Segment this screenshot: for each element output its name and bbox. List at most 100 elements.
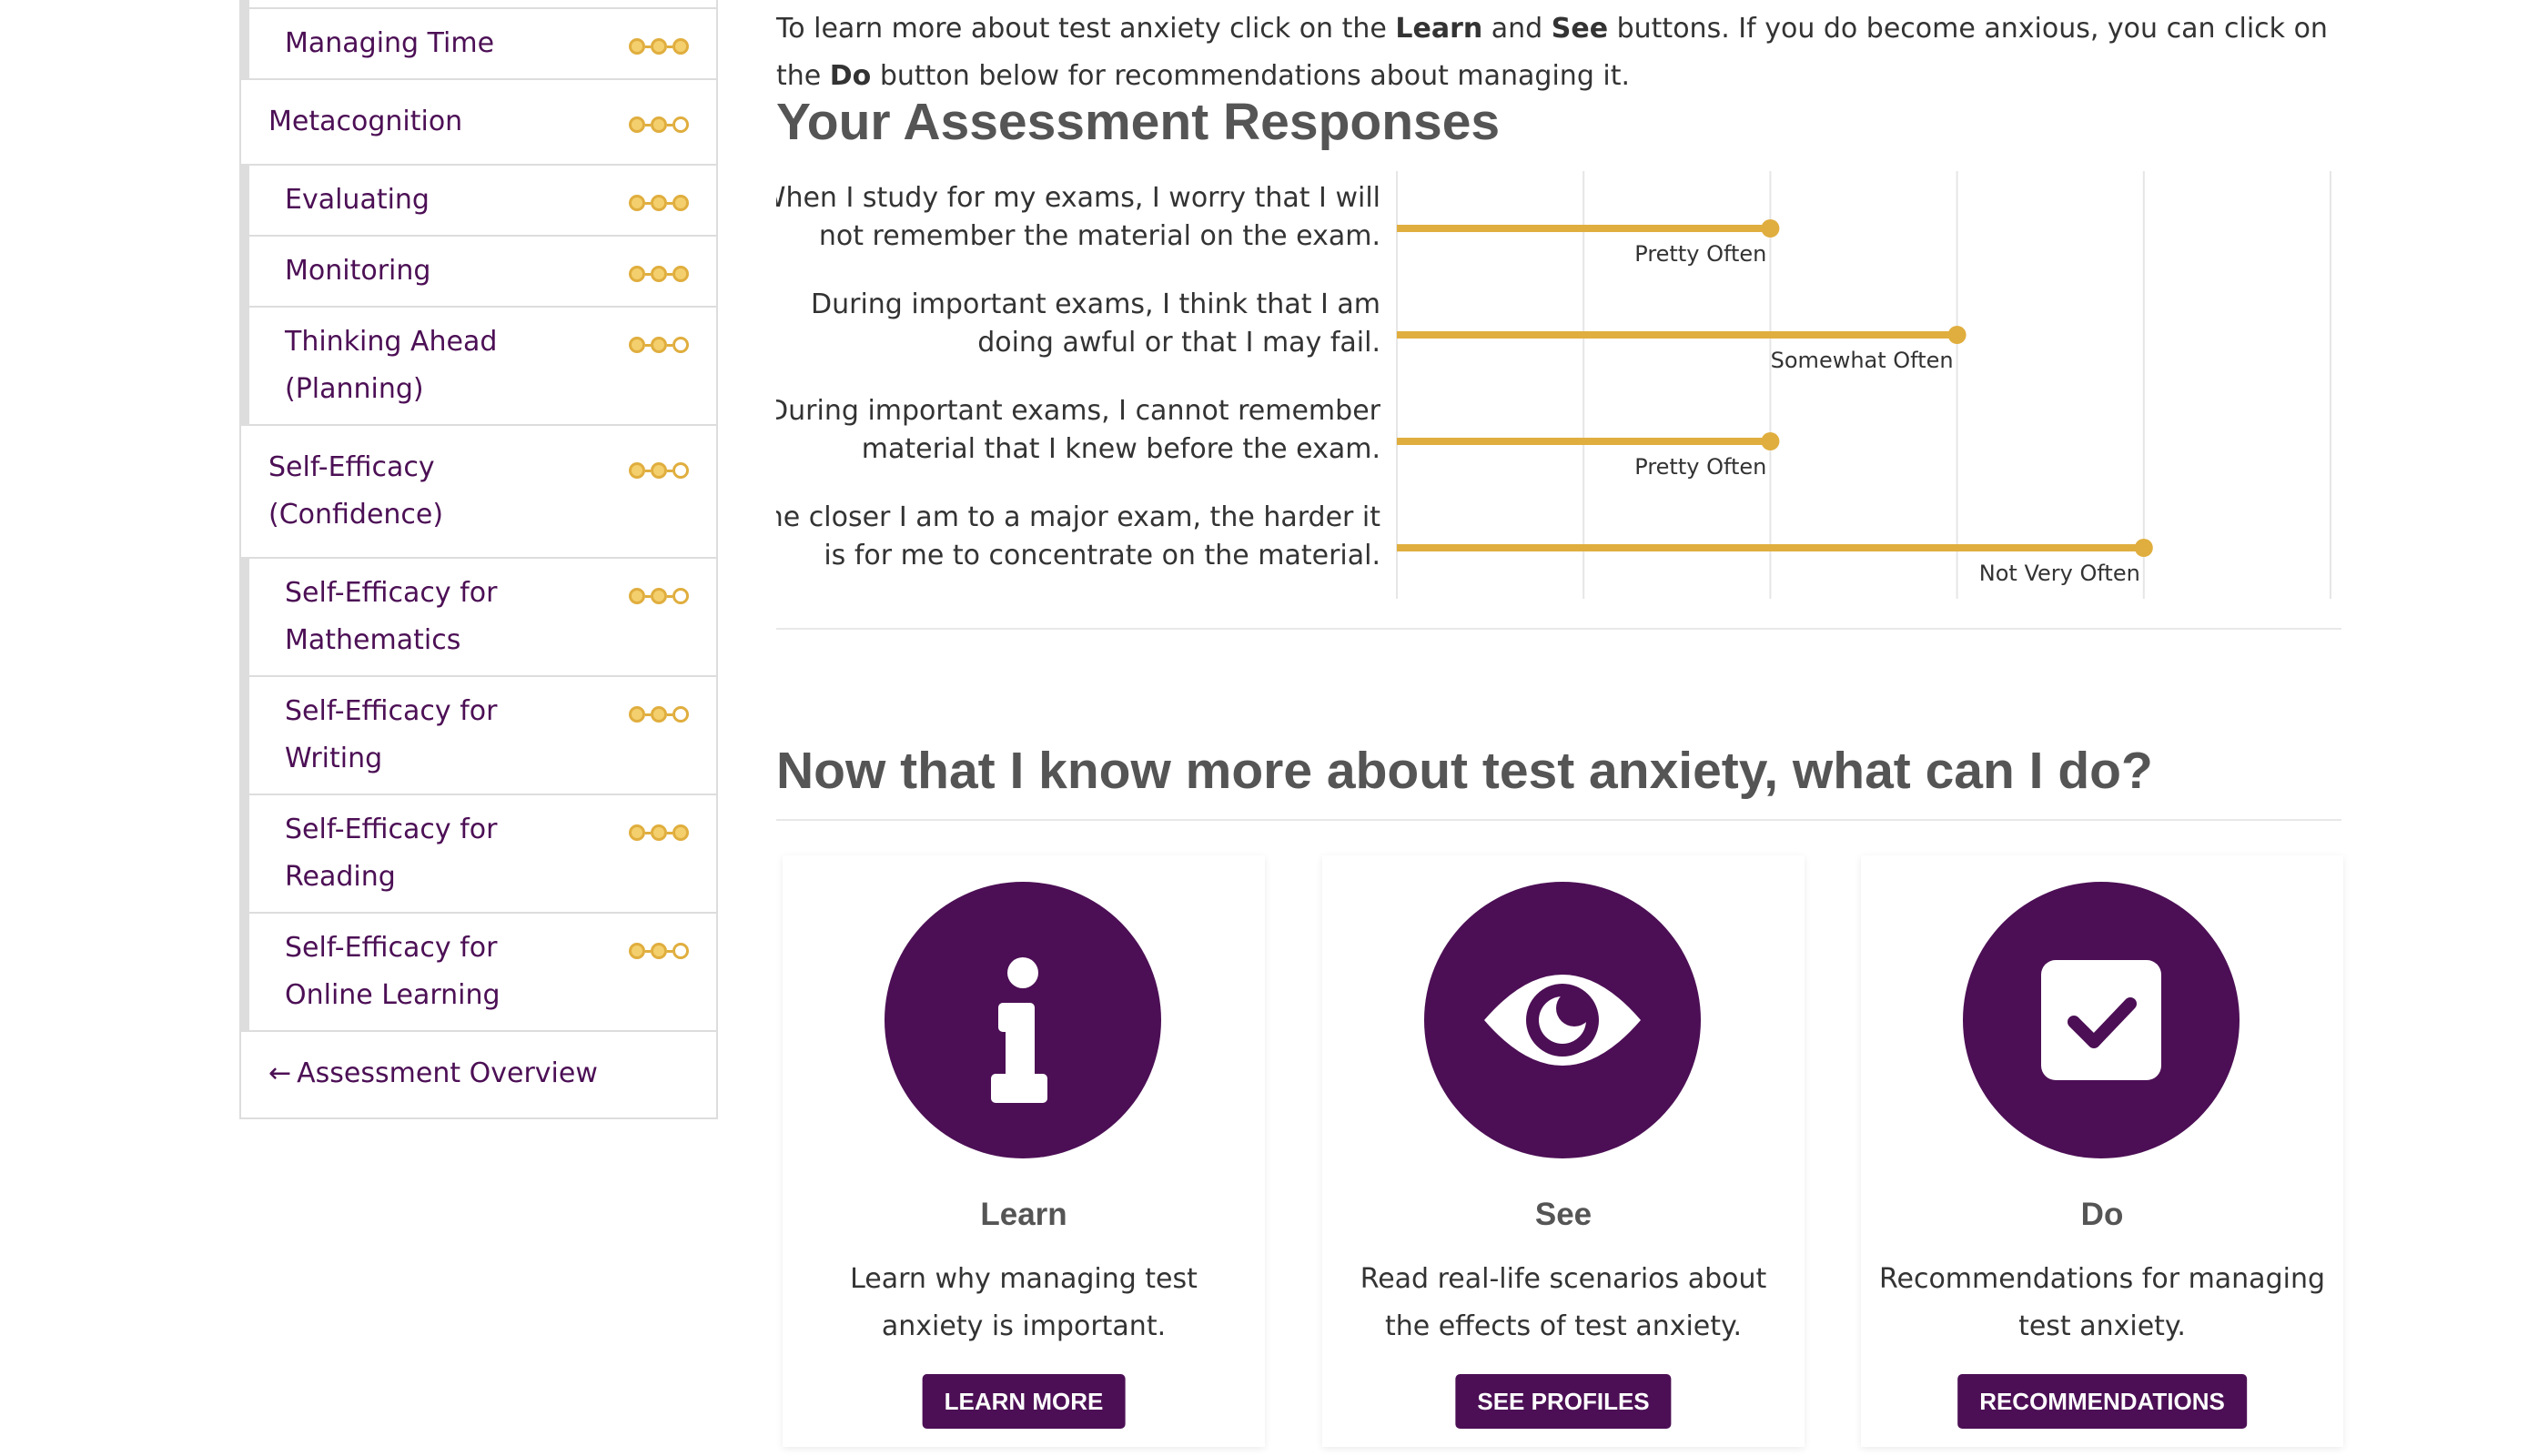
sidebar-item-label: Metacognition bbox=[268, 106, 463, 137]
sidebar-item-label: Self-Efficacy (Confidence) bbox=[268, 451, 444, 531]
intro-text: To learn more about test anxiety click o… bbox=[776, 13, 1396, 45]
sidebar-item-label: Self-Efficacy for Mathematics bbox=[285, 577, 498, 656]
recommendations-button[interactable]: RECOMMENDATIONS bbox=[1957, 1374, 2247, 1429]
progress-dot-filled bbox=[651, 706, 667, 723]
arrow-left-icon: ← bbox=[268, 1057, 292, 1089]
chart-bar-endpoint bbox=[2134, 539, 2153, 557]
progress-dot-filled bbox=[651, 943, 667, 959]
sidebar-item[interactable]: Self-Efficacy for Writing bbox=[241, 677, 716, 795]
progress-dot-filled bbox=[651, 337, 667, 353]
heading-divider bbox=[776, 819, 2341, 821]
sidebar-item-label: Self-Efficacy for Online Learning bbox=[285, 932, 500, 1011]
intro-paragraph: To learn more about test anxiety click o… bbox=[776, 5, 2341, 100]
progress-dot-filled bbox=[629, 462, 645, 479]
see-card-title: See bbox=[1534, 1197, 1592, 1232]
progress-dot-filled bbox=[629, 266, 645, 282]
progress-dots-icon bbox=[629, 116, 689, 133]
chart-bar bbox=[1397, 544, 2144, 551]
chart-bar bbox=[1397, 438, 1771, 445]
progress-dot-filled bbox=[672, 266, 689, 282]
info-icon bbox=[885, 882, 1161, 1158]
sidebar-item-label: Thinking Ahead (Planning) bbox=[285, 326, 498, 405]
progress-dots-icon bbox=[629, 462, 689, 479]
progress-dot-empty bbox=[672, 462, 689, 479]
chart-category-label: During important exams, I think that I a… bbox=[811, 288, 1380, 320]
sidebar-item-label: Evaluating bbox=[285, 184, 430, 216]
do-card-title: Do bbox=[2080, 1197, 2124, 1232]
sidebar-item[interactable]: Thinking Ahead (Planning) bbox=[241, 308, 716, 426]
progress-dots-icon bbox=[629, 943, 689, 959]
eye-icon bbox=[1424, 882, 1701, 1158]
progress-dots-icon bbox=[629, 588, 689, 604]
progress-dot-filled bbox=[629, 38, 645, 55]
progress-dot-filled bbox=[651, 462, 667, 479]
checkbox-icon bbox=[1963, 882, 2240, 1158]
sidebar-item[interactable]: Self-Efficacy for Reading bbox=[241, 795, 716, 914]
do-title: Now that I know more about test anxiety,… bbox=[776, 742, 2153, 800]
sidebar-item-label: Self-Efficacy for Writing bbox=[285, 695, 498, 774]
progress-dot-filled bbox=[629, 943, 645, 959]
learn-more-button[interactable]: LEARN MORE bbox=[922, 1374, 1126, 1429]
sidebar-item[interactable]: Evaluating bbox=[241, 166, 716, 237]
chart-category-label: During important exams, I cannot remembe… bbox=[776, 395, 1381, 427]
progress-dot-empty bbox=[672, 706, 689, 723]
progress-dot-filled bbox=[672, 824, 689, 841]
progress-dot-filled bbox=[629, 195, 645, 211]
responses-chart-svg: When I study for my exams, I worry that … bbox=[748, 171, 2331, 599]
progress-dot-filled bbox=[651, 116, 667, 133]
progress-dot-filled bbox=[651, 588, 667, 604]
see-card: See Read real-life scenarios about the e… bbox=[1322, 855, 1805, 1447]
progress-dot-filled bbox=[629, 116, 645, 133]
chart-bar-endpoint bbox=[1947, 326, 1967, 344]
do-card-description: Recommendations for managing test anxiet… bbox=[1879, 1263, 2326, 1342]
chart-category-label: When I study for my exams, I worry that … bbox=[776, 182, 1380, 214]
progress-dot-empty bbox=[672, 116, 689, 133]
sidebar-item[interactable]: Self-Efficacy (Confidence) bbox=[241, 426, 716, 559]
sidebar-item[interactable]: Metacognition bbox=[241, 80, 716, 166]
assessment-overview-link[interactable]: ← Assessment Overview bbox=[241, 1032, 716, 1117]
chart-value-label: Somewhat Often bbox=[1771, 348, 1954, 373]
assessment-overview-label: Assessment Overview bbox=[297, 1057, 598, 1089]
sidebar-item-label: Monitoring bbox=[285, 255, 431, 287]
progress-dot-filled bbox=[651, 38, 667, 55]
sidebar-item-label: Self-Efficacy for Reading bbox=[285, 814, 498, 893]
chart-category-label: material that I knew before the exam. bbox=[862, 433, 1380, 465]
intro-learn: Learn bbox=[1395, 13, 1483, 45]
progress-dot-filled bbox=[629, 588, 645, 604]
sidebar-item[interactable]: Monitoring bbox=[241, 237, 716, 308]
see-profiles-button[interactable]: SEE PROFILES bbox=[1455, 1374, 1672, 1429]
do-card: Do Recommendations for managing test anx… bbox=[1861, 855, 2343, 1447]
chart-bar bbox=[1397, 225, 1771, 232]
intro-see: See bbox=[1551, 13, 1609, 45]
sidebar-item[interactable]: Self-Efficacy for Online Learning bbox=[241, 914, 716, 1032]
chart-category-label: doing awful or that I may fail. bbox=[977, 327, 1380, 359]
chart-value-label: Pretty Often bbox=[1634, 241, 1766, 267]
progress-dots-icon bbox=[629, 337, 689, 353]
learn-card-title: Learn bbox=[980, 1197, 1067, 1232]
chart-value-label: Not Very Often bbox=[1979, 561, 2140, 586]
sidebar-item[interactable]: Managing Time bbox=[241, 9, 716, 80]
progress-dot-filled bbox=[651, 195, 667, 211]
progress-dot-filled bbox=[651, 266, 667, 282]
progress-dot-filled bbox=[629, 706, 645, 723]
section-divider bbox=[776, 628, 2341, 630]
progress-dot-filled bbox=[672, 195, 689, 211]
progress-dots-icon bbox=[629, 824, 689, 841]
progress-dot-empty bbox=[672, 337, 689, 353]
intro-text: and bbox=[1482, 13, 1552, 45]
progress-dot-empty bbox=[672, 588, 689, 604]
sidebar-item-label: Managing Time bbox=[285, 27, 495, 59]
chart-value-label: Pretty Often bbox=[1634, 454, 1766, 480]
sidebar-item[interactable]: Help Seeking bbox=[241, 0, 716, 9]
progress-dot-filled bbox=[672, 38, 689, 55]
responses-chart: When I study for my exams, I worry that … bbox=[748, 167, 2341, 603]
progress-dot-filled bbox=[629, 824, 645, 841]
chart-bar bbox=[1397, 331, 1957, 339]
sidebar-item[interactable]: Self-Efficacy for Mathematics bbox=[241, 559, 716, 677]
progress-dots-icon bbox=[629, 38, 689, 55]
intro-do: Do bbox=[829, 60, 872, 92]
progress-dots-icon bbox=[629, 266, 689, 282]
chart-bar-endpoint bbox=[1761, 219, 1780, 238]
sidebar-list: Help Seeking Managing Time Metacognition Ev… bbox=[241, 0, 716, 1032]
progress-dot-empty bbox=[672, 943, 689, 959]
